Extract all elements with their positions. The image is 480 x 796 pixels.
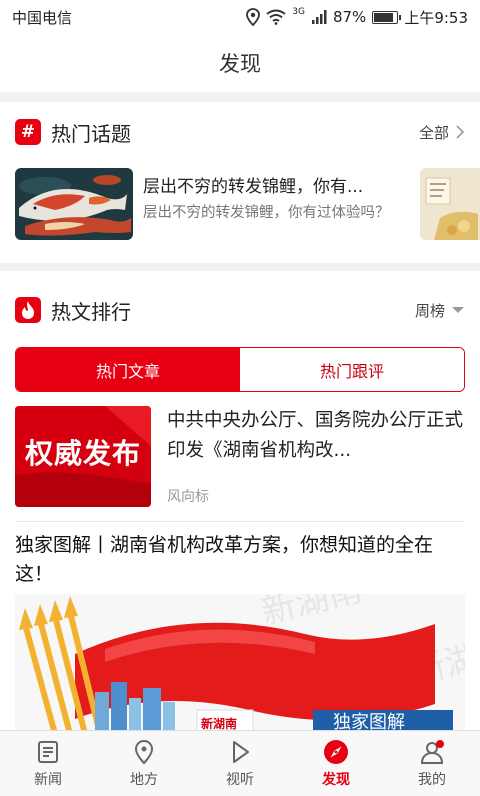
nav-local[interactable]: 地方: [96, 731, 192, 796]
topic-text: 层出不穷的转发锦鲤，你有... 层出不穷的转发锦鲤，你有过体验吗？: [143, 168, 399, 242]
page-title-bar: 发现: [0, 34, 480, 92]
nav-news[interactable]: 新闻: [0, 731, 96, 796]
next-topic-thumbnail[interactable]: [420, 168, 480, 240]
battery-icon: [372, 10, 402, 24]
article-tabs: 热门文章 热门跟评: [15, 347, 465, 392]
article-thumbnail: 权威发布: [15, 406, 151, 507]
network-type: 3G: [292, 7, 305, 17]
nav-media[interactable]: 视听: [192, 731, 288, 796]
flame-icon: [15, 297, 41, 323]
list-divider: [15, 521, 465, 522]
view-all-label: 全部: [418, 123, 449, 142]
article-title: 中共中央办公厅、国务院办公厅正式印发《湖南省机构改...: [167, 410, 464, 461]
location-icon: [134, 739, 154, 764]
hashtag-icon: #: [15, 119, 41, 145]
logo-text: 新湖南: [201, 716, 237, 731]
page-title: 发现: [219, 52, 261, 76]
tab-hot-articles[interactable]: 热门文章: [16, 348, 240, 391]
tab-hot-comments[interactable]: 热门跟评: [240, 348, 464, 391]
location-status-icon: [246, 8, 261, 26]
nav-discover-label: 发现: [322, 771, 350, 788]
clock: 上午9:53: [404, 8, 468, 27]
wifi-icon: [266, 9, 286, 25]
article-item[interactable]: 权威发布 中共中央办公厅、国务院办公厅正式印发《湖南省机构改... 风向标: [15, 406, 465, 510]
article-title[interactable]: 独家图解丨湖南省机构改革方案，你想知道的全在这！: [15, 531, 465, 589]
nav-news-label: 新闻: [34, 771, 62, 788]
ranking-period-dropdown[interactable]: 周榜: [415, 300, 465, 321]
topic-card[interactable]: 层出不穷的转发锦鲤，你有... 层出不穷的转发锦鲤，你有过体验吗？: [15, 168, 480, 242]
ranking-period-label: 周榜: [414, 301, 445, 320]
nav-profile-label: 我的: [418, 771, 446, 788]
chevron-right-icon: [456, 125, 465, 139]
hot-topics-title: 热门话题: [51, 121, 131, 146]
bottom-tab-bar: 新闻 地方 视听 发现 我的: [0, 730, 480, 796]
news-icon: [38, 740, 58, 763]
hot-topics-header: # 热门话题 全部: [0, 104, 480, 160]
article-cover-image[interactable]: 新湖南 新湖南 新湖南 独家图解: [15, 594, 465, 734]
play-icon: [233, 740, 249, 763]
signal-icon: [311, 10, 327, 24]
status-indicators: 3G 87% 上午9:53: [246, 7, 468, 28]
topic-title: 层出不穷的转发锦鲤，你有...: [143, 177, 364, 197]
battery-percent: 87%: [332, 8, 367, 26]
compass-icon: [324, 739, 348, 764]
view-all-link[interactable]: 全部: [419, 122, 465, 143]
article-text: 中共中央办公厅、国务院办公厅正式印发《湖南省机构改... 风向标: [167, 406, 465, 510]
nav-local-label: 地方: [130, 771, 158, 788]
hot-articles-header: 热文排行 周榜: [0, 282, 480, 338]
caret-down-icon: [452, 307, 464, 313]
nav-discover[interactable]: 发现: [288, 731, 384, 796]
status-bar: 中国电信 3G 87% 上午9:53: [0, 0, 480, 34]
koi-fish-thumbnail: [15, 168, 133, 240]
article-source: 风向标: [167, 489, 209, 505]
topic-description: 层出不穷的转发锦鲤，你有过体验吗？: [143, 205, 390, 221]
carrier-label: 中国电信: [12, 8, 73, 27]
hot-articles-title: 热文排行: [51, 299, 131, 324]
notification-dot: [436, 740, 444, 748]
section-divider: [0, 263, 480, 271]
section-divider: [0, 92, 480, 102]
article-thumbnail-text: 权威发布: [24, 437, 141, 470]
nav-media-label: 视听: [226, 771, 254, 788]
nav-profile[interactable]: 我的: [384, 731, 480, 796]
